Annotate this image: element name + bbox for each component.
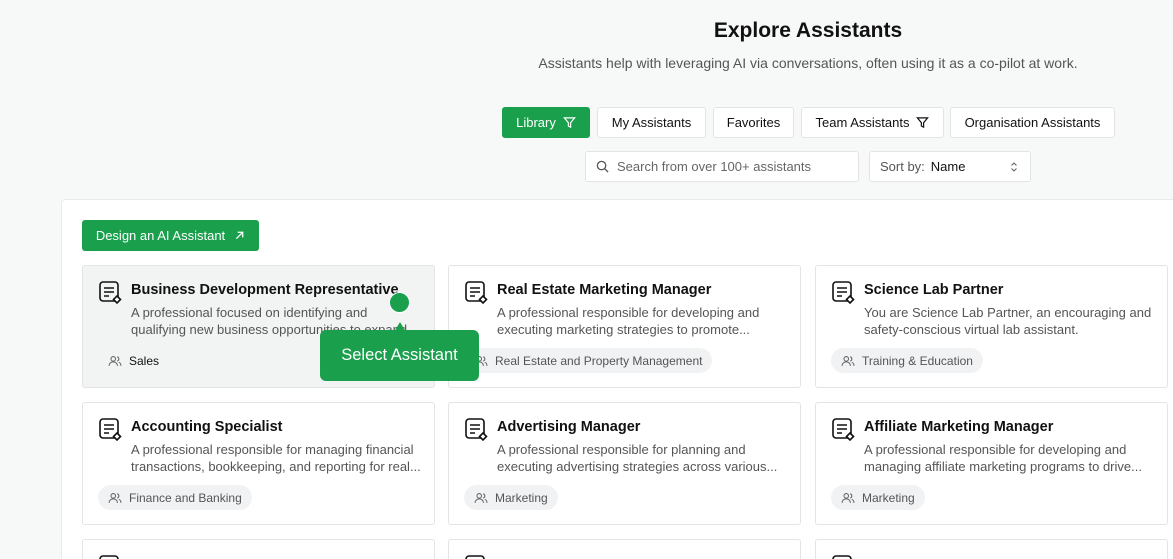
tab-label: Organisation Assistants — [964, 115, 1101, 130]
category-tag: Marketing — [464, 485, 558, 510]
assistant-document-icon — [465, 555, 485, 559]
assistant-document-icon — [832, 555, 852, 559]
card-title: Science Lab Partner — [864, 282, 1004, 298]
card-description: A professional responsible for managing … — [131, 442, 421, 474]
category-tag: Sales — [98, 348, 169, 373]
page-header: Explore Assistants Assistants help with … — [0, 0, 1173, 200]
card-description: A professional responsible for planning … — [497, 442, 778, 474]
tab-favorites[interactable]: Favorites — [713, 107, 794, 138]
search-input[interactable] — [617, 159, 847, 174]
tag-label: Sales — [129, 353, 160, 368]
assistant-card-partial[interactable] — [815, 539, 1168, 559]
card-title: Real Estate Marketing Manager — [497, 282, 712, 298]
design-assistant-label: Design an AI Assistant — [95, 228, 226, 243]
assistant-document-icon — [465, 281, 488, 305]
card-description: You are Science Lab Partner, an encourag… — [864, 305, 1152, 337]
card-description: A professional responsible for developin… — [864, 442, 1142, 474]
users-icon — [108, 355, 122, 366]
assistant-card-partial[interactable] — [82, 539, 435, 559]
tab-organisation-assistants[interactable]: Organisation Assistants — [950, 107, 1115, 138]
sort-label: Sort by: — [880, 159, 925, 174]
tab-label: Library — [516, 115, 556, 130]
filter-icon — [916, 117, 930, 129]
card-title: Advertising Manager — [497, 419, 641, 435]
tab-library[interactable]: Library — [502, 107, 590, 138]
tab-label: Favorites — [726, 115, 781, 130]
tag-label: Marketing — [495, 490, 548, 505]
assistant-document-icon — [99, 418, 122, 442]
filter-icon — [562, 117, 576, 129]
users-icon — [474, 492, 488, 503]
assistant-document-icon — [99, 555, 119, 559]
users-icon — [108, 492, 122, 503]
card-title: Affiliate Marketing Manager — [864, 419, 1054, 435]
assistant-card-partial[interactable] — [448, 539, 801, 559]
assistant-document-icon — [99, 281, 122, 305]
sort-value: Name — [930, 159, 966, 174]
select-assistant-tooltip[interactable]: Select Assistant — [320, 330, 479, 381]
tag-label: Real Estate and Property Management — [495, 353, 703, 368]
assistant-document-icon — [832, 418, 855, 442]
sort-select[interactable]: Sort by: Name — [869, 151, 1031, 182]
assistant-document-icon — [832, 281, 855, 305]
chevron-up-down-icon — [1011, 162, 1017, 172]
category-tag: Marketing — [831, 485, 925, 510]
arrow-up-right-icon — [236, 231, 244, 240]
assistant-card-affiliate-marketing[interactable]: Affiliate Marketing Manager A profession… — [815, 402, 1168, 525]
assistant-card-advertising-manager[interactable]: Advertising Manager A professional respo… — [448, 402, 801, 525]
assistant-card-science-lab-partner[interactable]: Science Lab Partner You are Science Lab … — [815, 265, 1168, 388]
card-title: Accounting Specialist — [131, 419, 283, 435]
category-tag: Finance and Banking — [98, 485, 252, 510]
tag-label: Finance and Banking — [129, 490, 242, 505]
tour-hotspot-dot[interactable] — [389, 292, 410, 313]
tag-label: Marketing — [862, 490, 915, 505]
page-title: Explore Assistants — [713, 19, 903, 42]
tab-team-assistants[interactable]: Team Assistants — [801, 107, 944, 138]
category-tag: Training & Education — [831, 348, 983, 373]
search-icon — [596, 160, 609, 173]
page-subtitle: Assistants help with leveraging AI via c… — [538, 55, 1078, 71]
assistant-document-icon — [465, 418, 488, 442]
tag-label: Training & Education — [862, 353, 973, 368]
assistant-card-real-estate-marketing[interactable]: Real Estate Marketing Manager A professi… — [448, 265, 801, 388]
design-assistant-button[interactable]: Design an AI Assistant — [82, 220, 259, 251]
category-tag: Real Estate and Property Management — [464, 348, 713, 373]
card-title: Business Development Representative — [131, 282, 399, 298]
assistant-card-accounting-specialist[interactable]: Accounting Specialist A professional res… — [82, 402, 435, 525]
card-description: A professional responsible for developin… — [497, 305, 760, 337]
tab-my-assistants[interactable]: My Assistants — [597, 107, 706, 138]
search-box — [585, 151, 859, 182]
tab-label: My Assistants — [611, 115, 692, 130]
users-icon — [841, 355, 855, 366]
tab-label: Team Assistants — [815, 115, 910, 130]
users-icon — [841, 492, 855, 503]
tooltip-label: Select Assistant — [341, 346, 458, 364]
